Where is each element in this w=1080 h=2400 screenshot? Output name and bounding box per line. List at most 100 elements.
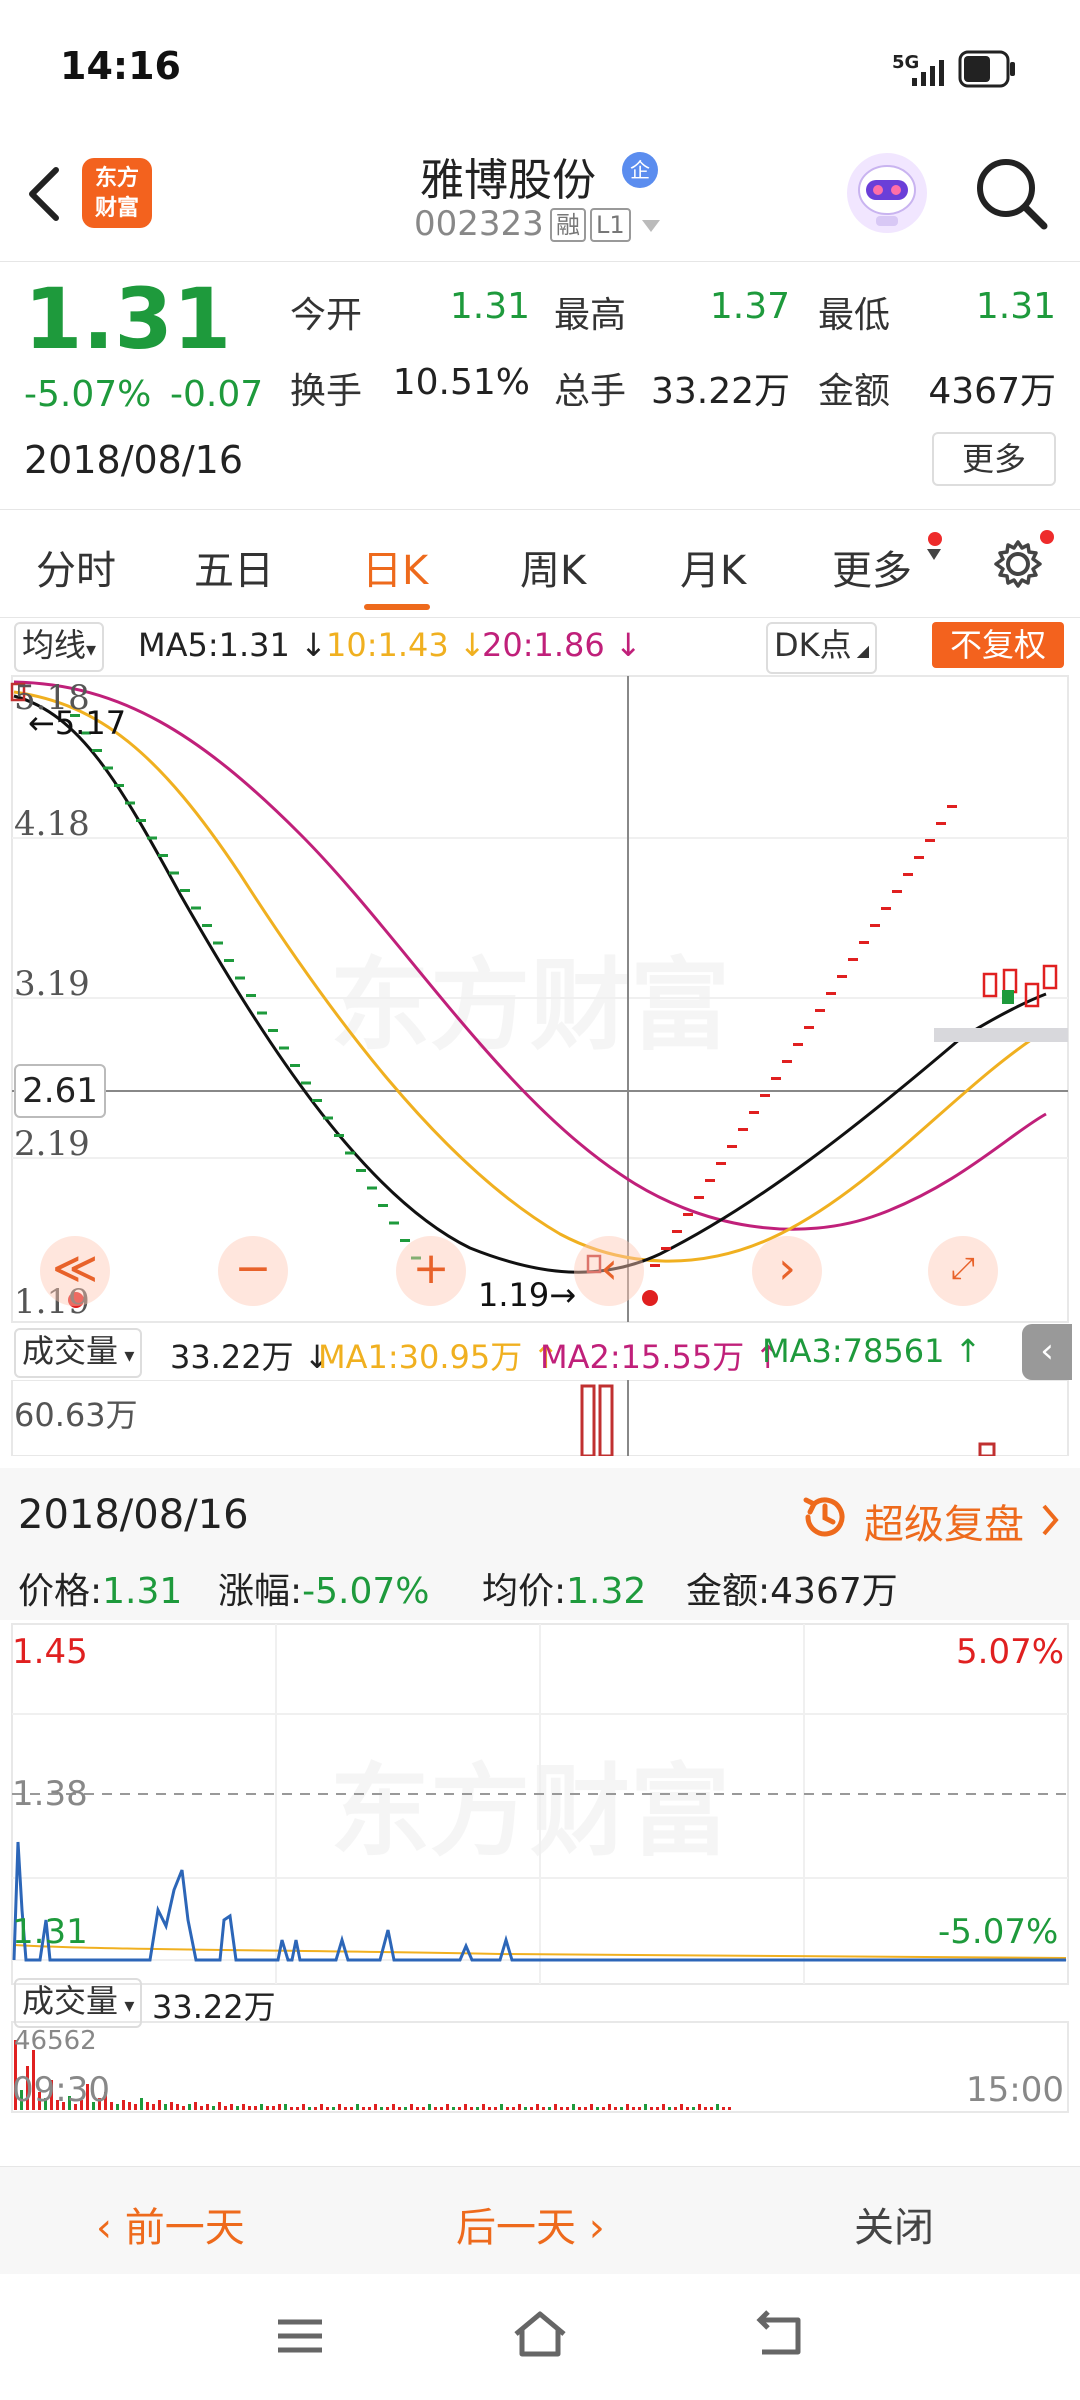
volume-indicator-row: 成交量 ▾ 33.22万 ↓ MA1:30.95万 ↑ MA2:15.55万 ↑… (0, 1324, 1080, 1380)
scroll-right-button[interactable]: › (752, 1236, 822, 1306)
candle-up (738, 1128, 748, 1131)
intraday-chart[interactable]: 东方财富 1.45 1.38 1.31 5.07% -5.07% 成交量 ▾ 3… (0, 1620, 1080, 2120)
ma20-value: 20:1.86 ↓ (482, 626, 642, 664)
intraday-volume-bar (446, 2104, 449, 2110)
candle-up (925, 839, 935, 842)
intraday-volume-selector[interactable]: 成交量 ▾ (14, 1978, 143, 2028)
intraday-volume-bar (290, 2107, 293, 2110)
candle-up (793, 1043, 803, 1046)
candle-down (257, 1011, 267, 1015)
intraday-volume-bar (680, 2104, 683, 2110)
gear-icon[interactable] (990, 536, 1046, 592)
search-icon[interactable] (974, 156, 1050, 232)
home-icon[interactable] (510, 2308, 570, 2360)
ma5-value: MA5:1.31 ↓ (138, 626, 327, 664)
candle-up (771, 1077, 781, 1080)
intraday-volume-bar (110, 2102, 113, 2110)
intraday-volume-bar (614, 2107, 617, 2110)
candle-up (683, 1213, 693, 1216)
candle-down (224, 959, 234, 962)
intraday-volume-bar (476, 2107, 479, 2110)
candle-up (837, 975, 847, 978)
candle-up (826, 992, 836, 995)
tab-monthly-k[interactable]: 月K (680, 538, 746, 596)
intraday-bottom-price: 1.31 (12, 1912, 88, 1952)
intraday-volume-bars (14, 2040, 731, 2110)
enterprise-badge: 企 (622, 152, 658, 188)
intraday-volume-bar (188, 2104, 191, 2110)
more-new-dot (928, 532, 942, 546)
amount-label: 金额 (818, 371, 891, 412)
scroll-left-button[interactable]: ‹ (574, 1236, 644, 1306)
candle-up (947, 805, 957, 808)
history-clock-icon[interactable] (798, 1490, 852, 1544)
candle-down (191, 906, 201, 910)
time-end: 15:00 (966, 2070, 1064, 2110)
robot-avatar-icon[interactable] (844, 150, 930, 236)
intraday-volume-bar (602, 2107, 605, 2110)
zoom-in-button[interactable]: + (396, 1236, 466, 1306)
tab-five-day[interactable]: 五日 (194, 538, 274, 596)
zoom-out-button[interactable]: − (218, 1236, 288, 1306)
intraday-volume-bar (404, 2107, 407, 2110)
next-day-label: 后一天 (456, 2205, 576, 2251)
candle-up (727, 1145, 737, 1148)
super-replay-link[interactable]: 超级复盘 (864, 1492, 1024, 1550)
dk-point-selector[interactable]: DK点 ◢ (766, 622, 878, 674)
intraday-volume-bar (410, 2104, 413, 2110)
back-nav-icon[interactable] (752, 2310, 808, 2360)
ma-selector[interactable]: 均线▾ (14, 622, 105, 672)
more-quote-button[interactable]: 更多 (932, 432, 1056, 486)
intraday-volume-bar (356, 2104, 359, 2110)
tab-weekly-k[interactable]: 周K (520, 538, 586, 596)
volume-selector[interactable]: 成交量 ▾ (14, 1328, 143, 1378)
restore-rights-button[interactable]: 不复权 (932, 622, 1064, 668)
intraday-volume-bar (146, 2102, 149, 2110)
chevron-right-icon[interactable] (1040, 1504, 1060, 1536)
fullscreen-button[interactable]: ⤢ (928, 1236, 998, 1306)
tab-intraday[interactable]: 分时 (36, 538, 116, 596)
candle-up (705, 1179, 715, 1182)
next-day-button[interactable]: 后一天 › (456, 2195, 605, 2253)
replay-change: 涨幅:-5.07% (218, 1562, 430, 1614)
tab-daily-k[interactable]: 日K (362, 538, 428, 596)
intraday-volume-selector-label: 成交量 (22, 1982, 119, 2020)
candle-up (892, 890, 902, 893)
intraday-volume-bar (644, 2104, 647, 2110)
collapse-side-arrow[interactable]: ‹ (1022, 1324, 1072, 1380)
intraday-volume-bar (722, 2107, 725, 2110)
candle-up (903, 873, 913, 876)
replay-amount-label: 金额: (686, 1571, 771, 1612)
y-label-2: 4.18 (14, 804, 90, 844)
menu-icon[interactable] (274, 2314, 326, 2358)
intraday-volume-bar (686, 2107, 689, 2110)
intraday-volume-bar (176, 2104, 179, 2110)
time-start: 09:30 (12, 2070, 110, 2110)
replay-date: 2018/08/16 (18, 1492, 249, 1538)
app-logo[interactable]: 东方 财富 (82, 158, 152, 228)
intraday-volume-bar (194, 2102, 197, 2110)
current-price: 1.31 (24, 270, 232, 368)
tab-more[interactable]: 更多 (832, 538, 912, 596)
candle-down (312, 1099, 322, 1102)
back-arrow-icon[interactable] (24, 164, 64, 224)
candle-up (749, 1111, 759, 1114)
k-line-chart[interactable]: 东方财富 5.18 4.18 3.19 2.19 1.19 ←5.17 1.19… (0, 674, 1080, 1324)
candle-down (268, 1029, 278, 1032)
stock-code: 002323 (414, 204, 544, 244)
candle-up (760, 1094, 770, 1097)
scroll-left-fast-button[interactable]: ≪ (40, 1236, 110, 1306)
intraday-volume-bar (590, 2104, 593, 2110)
close-button[interactable]: 关闭 (854, 2195, 934, 2253)
previous-day-button[interactable]: ‹ 前一天 (96, 2195, 245, 2253)
volume-selector-label: 成交量 (22, 1332, 119, 1370)
intraday-volume-bar (362, 2107, 365, 2110)
intraday-volume-bar (584, 2107, 587, 2110)
intraday-volume-bar (344, 2107, 347, 2110)
chevron-down-icon[interactable] (640, 218, 662, 234)
candle-down (136, 819, 146, 822)
price-band (934, 1028, 1068, 1042)
change-percent: -5.07% (24, 374, 152, 415)
intraday-top-price: 1.45 (12, 1632, 88, 1672)
intraday-volume-bar (266, 2106, 269, 2110)
